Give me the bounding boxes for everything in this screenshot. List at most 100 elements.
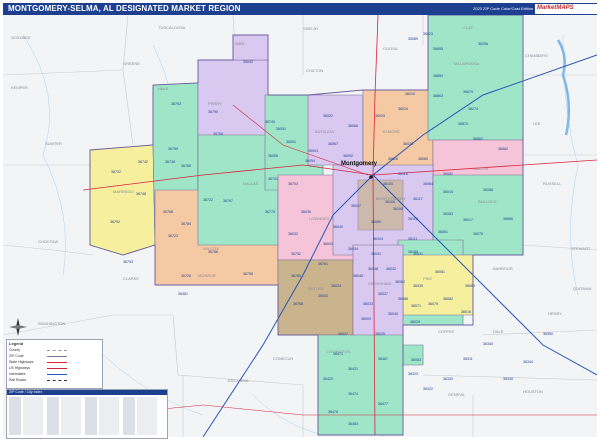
zip-label: 36767 bbox=[223, 199, 233, 203]
zip-label: 36062 bbox=[395, 280, 405, 284]
city-label-montgomery: Montgomery bbox=[341, 161, 378, 167]
legend-row-county: County bbox=[9, 348, 21, 352]
legend-row-rail: Rail Roads bbox=[9, 378, 27, 382]
zip-label: 36017 bbox=[463, 218, 473, 222]
legend-zip-line bbox=[47, 356, 67, 357]
zip-label: 36105 bbox=[383, 182, 393, 186]
zip-label: 36732 bbox=[111, 170, 121, 174]
zip-label: 36703 bbox=[288, 182, 298, 186]
legend-county-line bbox=[47, 350, 67, 351]
zip-label: 36758 bbox=[243, 272, 253, 276]
zip-label: 36768 bbox=[163, 210, 173, 214]
zip-label: 36040 bbox=[333, 225, 343, 229]
zip-label: 36481 bbox=[178, 292, 188, 296]
zip-label: 36752 bbox=[291, 252, 301, 256]
zip-label: 36022 bbox=[323, 114, 333, 118]
zip-label: 36030 bbox=[318, 294, 328, 298]
zip-label: 36047 bbox=[351, 204, 361, 208]
zip-label: 36069 bbox=[371, 220, 381, 224]
zip-label: 36784 bbox=[181, 222, 191, 226]
county-label-sumter: SUMTER bbox=[45, 141, 62, 146]
zip-label: 36081 bbox=[435, 270, 445, 274]
county-label-coosa: COOSA bbox=[383, 46, 398, 51]
county-label-quitman: QUITMAN bbox=[573, 286, 592, 291]
zip-label: 36349 bbox=[503, 377, 513, 381]
legend-row-state-hwy: State Highways bbox=[9, 360, 34, 364]
zip-label: 36467 bbox=[378, 357, 388, 361]
zip-label: 36015 bbox=[443, 190, 453, 194]
county-label-houston: HOUSTON bbox=[523, 389, 543, 394]
zip-label: 36088 bbox=[483, 188, 493, 192]
county-label-chambers: CHAMBERS bbox=[525, 53, 548, 58]
county-label-monroe: MONROE bbox=[198, 273, 216, 278]
zip-label: 36311 bbox=[463, 357, 473, 361]
county-label-chilton: CHILTON bbox=[306, 68, 323, 73]
zip-label: 36748 bbox=[136, 192, 146, 196]
zip-label: 36067 bbox=[328, 142, 338, 146]
zip-label: 36859 bbox=[433, 74, 443, 78]
zip-label: 35042 bbox=[243, 60, 253, 64]
zip-label: 36111 bbox=[408, 237, 417, 241]
map-legend: Legend County ZIP Code State Highways US… bbox=[6, 339, 103, 389]
zip-label: 36879 bbox=[463, 90, 473, 94]
zip-label: 36068 bbox=[398, 297, 408, 301]
zip-label: 36092 bbox=[343, 154, 353, 158]
zip-label: 36027 bbox=[338, 332, 348, 336]
county-label-macon: MACON bbox=[473, 166, 488, 171]
zip-label: 36039 bbox=[413, 284, 423, 288]
zip-label: 36723 bbox=[168, 234, 178, 238]
county-label-conecuh: CONECUH bbox=[273, 356, 293, 361]
zip-label: 36866 bbox=[503, 217, 513, 221]
title-bar: MONTGOMERY-SELMA, AL DESIGNATED MARKET R… bbox=[3, 3, 597, 15]
county-label-russell: RUSSELL bbox=[543, 181, 562, 186]
zip-label: 36476 bbox=[328, 410, 338, 414]
zip-label: 36010 bbox=[405, 92, 415, 96]
county-label-marengo: MARENGO bbox=[113, 189, 134, 194]
zip-label: 36742 bbox=[138, 160, 148, 164]
legend-rail-line bbox=[47, 380, 67, 381]
zip-label: 36041 bbox=[371, 252, 381, 256]
legend-interstate-line bbox=[47, 374, 67, 375]
county-label-clarke: CLARKE bbox=[123, 276, 139, 281]
zip-label: 36862 bbox=[473, 137, 483, 141]
zip-label: 36043 bbox=[323, 242, 333, 246]
county-label-dallas: DALLAS bbox=[243, 181, 259, 186]
zip-label: 36350 bbox=[543, 332, 553, 336]
zip-label: 36080 bbox=[418, 157, 428, 161]
legend-row-zip: ZIP Code bbox=[9, 354, 24, 358]
legend-row-interstate: Interstates bbox=[9, 372, 26, 376]
zip-label: 36860 bbox=[498, 147, 508, 151]
zip-label: 36471 bbox=[333, 352, 343, 356]
zip-index-table: ZIP Code / City Index bbox=[6, 389, 168, 439]
zip-label: 36024 bbox=[398, 107, 408, 111]
legend-title: Legend bbox=[9, 341, 24, 346]
zip-label: 35089 bbox=[408, 37, 418, 41]
county-label-dale: DALE bbox=[493, 329, 504, 334]
zip-label: 36759 bbox=[168, 147, 178, 151]
edition-label: 2023 ZIP Code Color/Cast Edition bbox=[473, 6, 534, 11]
zip-label: 36025 bbox=[375, 114, 385, 118]
county-label-perry: PERRY bbox=[208, 101, 222, 106]
zip-label: 36082 bbox=[443, 297, 453, 301]
zip-label: 36793 bbox=[171, 102, 181, 106]
zip-label: 36106 bbox=[385, 200, 395, 204]
zip-label: 36758 bbox=[293, 302, 303, 306]
zip-label: 36420 bbox=[323, 377, 333, 381]
zip-label: 36061 bbox=[438, 230, 448, 234]
county-label-coffee: COFFEE bbox=[438, 329, 455, 334]
county-label-crenshaw: CRENSHAW bbox=[368, 281, 391, 286]
zip-label: 36034 bbox=[348, 247, 358, 251]
county-label-kemper: KEMPER bbox=[11, 85, 28, 90]
zip-label: 36024 bbox=[331, 284, 341, 288]
county-label-lowndes: LOWNDES bbox=[309, 216, 330, 221]
zip-label: 36483 bbox=[348, 422, 358, 426]
zip-label: 36323 bbox=[408, 372, 418, 376]
zip-label: 36048 bbox=[368, 267, 378, 271]
zip-label: 36075 bbox=[473, 232, 483, 236]
zip-label: 36726 bbox=[181, 274, 191, 278]
zip-label: 36035 bbox=[375, 332, 385, 336]
county-label-shelby: SHELBY bbox=[303, 26, 319, 31]
county-label-stewart: STEWART bbox=[571, 246, 591, 251]
zip-label: 36722 bbox=[203, 198, 213, 202]
zip-label: 36029 bbox=[410, 320, 420, 324]
